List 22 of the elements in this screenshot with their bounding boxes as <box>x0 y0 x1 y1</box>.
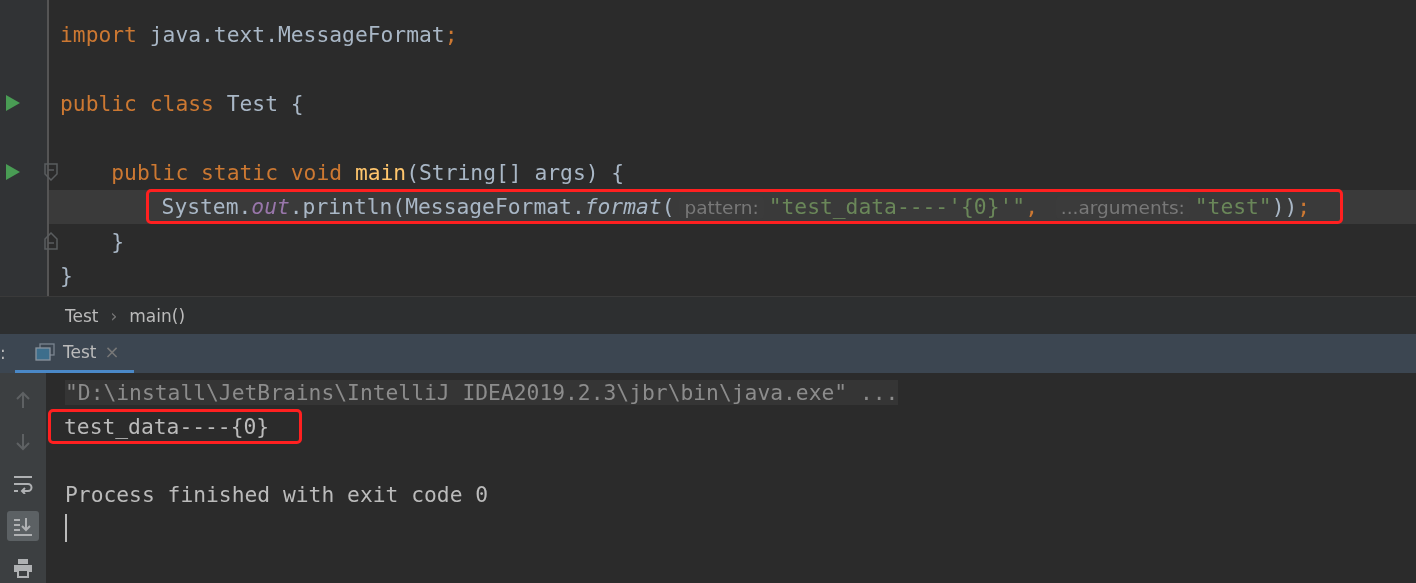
printer-icon[interactable] <box>13 558 33 578</box>
scroll-to-end-button[interactable] <box>7 511 39 541</box>
code-line: } <box>60 263 73 289</box>
console-icon <box>35 342 55 361</box>
soft-wrap-icon[interactable] <box>13 474 33 494</box>
run-icon[interactable] <box>6 164 20 180</box>
code-line: System.out.println(MessageFormat.format( pattern: "test_data----'{0}'", ...arguments: "test")); <box>161 194 1311 220</box>
code-line: } <box>111 228 125 254</box>
panel-label: : <box>0 342 7 366</box>
text-cursor <box>65 514 67 542</box>
breadcrumb-item[interactable]: Test <box>65 305 99 326</box>
breadcrumb-item[interactable]: main() <box>129 305 186 326</box>
run-icon[interactable] <box>6 95 20 111</box>
fold-icon[interactable] <box>44 163 58 181</box>
scroll-to-end-icon[interactable] <box>13 516 33 536</box>
breadcrumb-separator: › <box>110 305 118 326</box>
fold-icon[interactable] <box>44 232 58 250</box>
code-line: import java.text.MessageFormat; <box>60 21 458 47</box>
code-line: public static void main(String[] args) { <box>111 159 625 185</box>
exit-message: Process finished with exit code 0 <box>65 481 489 507</box>
code-line: public class Test { <box>60 90 304 116</box>
output-line: test_data----{0} <box>64 413 270 439</box>
